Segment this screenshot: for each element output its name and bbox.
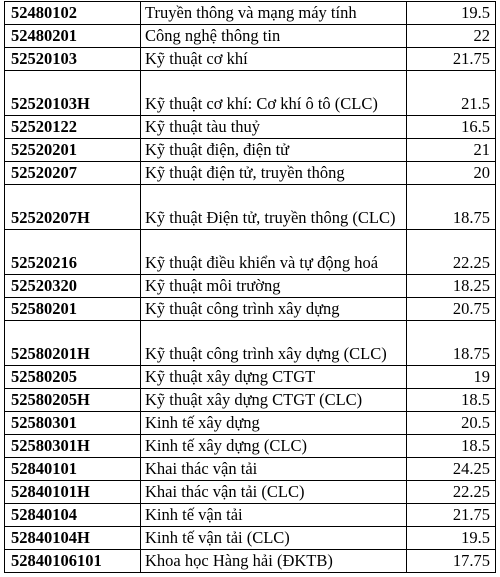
major-name: Kinh tế xây dựng: [140, 411, 407, 435]
major-name: Kinh tế vận tải: [140, 503, 407, 527]
cutoff-score: 18.75: [406, 184, 496, 230]
table-row: 52580205 Kỹ thuật xây dựng CTGT 19: [4, 365, 496, 389]
major-code: 52840106101: [4, 549, 141, 573]
major-name: Kinh tế xây dựng (CLC): [140, 434, 407, 458]
major-name: Kỹ thuật Điện tử, truyền thông (CLC): [140, 184, 407, 230]
major-code: 52520103: [4, 47, 141, 71]
cutoff-score: 24.25: [406, 457, 496, 481]
table-row: 52520122 Kỹ thuật tàu thuỷ 16.5: [4, 115, 496, 139]
table-row: 52520216 Kỹ thuật điều khiển và tự động …: [4, 229, 496, 275]
table-row: 52840104 Kinh tế vận tải 21.75: [4, 503, 496, 527]
major-code: 52580201: [4, 297, 141, 321]
major-name: Kỹ thuật tàu thuỷ: [140, 115, 407, 139]
major-code: 52580201H: [4, 320, 141, 366]
major-code: 52840101H: [4, 480, 141, 504]
major-code: 52580301: [4, 411, 141, 435]
major-name: Khai thác vận tải: [140, 457, 407, 481]
table-row: 52520207 Kỹ thuật điện tử, truyền thông …: [4, 161, 496, 185]
table-row: 52840104H Kinh tế vận tải (CLC) 19.5: [4, 526, 496, 550]
cutoff-score: 21.75: [406, 47, 496, 71]
major-name: Khoa học Hàng hải (ĐKTB): [140, 549, 407, 573]
cutoff-score: 17.75: [406, 549, 496, 573]
table-row: 52840101H Khai thác vận tải (CLC) 22.25: [4, 480, 496, 504]
table-row: 52480201 Công nghệ thông tin 22: [4, 24, 496, 48]
major-code: 52520103H: [4, 70, 141, 116]
major-name: Kỹ thuật cơ khí: Cơ khí ô tô (CLC): [140, 70, 407, 116]
cutoff-score: 18.75: [406, 320, 496, 366]
cutoff-score: 22.25: [406, 229, 496, 275]
major-name: Kỹ thuật môi trường: [140, 274, 407, 298]
major-name: Kỹ thuật điện tử, truyền thông: [140, 161, 407, 185]
table-row: 52580201H Kỹ thuật công trình xây dựng (…: [4, 320, 496, 366]
cutoff-score: 21.75: [406, 503, 496, 527]
major-name: Kỹ thuật cơ khí: [140, 47, 407, 71]
cutoff-score: 21.5: [406, 70, 496, 116]
table-row: 52580301 Kinh tế xây dựng 20.5: [4, 411, 496, 435]
table-row: 52520201 Kỹ thuật điện, điện tử 21: [4, 138, 496, 162]
major-name: Kinh tế vận tải (CLC): [140, 526, 407, 550]
cutoff-score: 20: [406, 161, 496, 185]
major-name: Công nghệ thông tin: [140, 24, 407, 48]
cutoff-score: 21: [406, 138, 496, 162]
major-code: 52840104: [4, 503, 141, 527]
major-code: 52520201: [4, 138, 141, 162]
major-name: Kỹ thuật điều khiển và tự động hoá: [140, 229, 407, 275]
cutoff-score: 16.5: [406, 115, 496, 139]
cutoff-score: 18.5: [406, 434, 496, 458]
major-name: Kỹ thuật điện, điện tử: [140, 138, 407, 162]
major-code: 52520207: [4, 161, 141, 185]
major-name: Kỹ thuật xây dựng CTGT: [140, 365, 407, 389]
major-code: 52580205: [4, 365, 141, 389]
cutoff-score: 19.5: [406, 526, 496, 550]
major-name: Truyền thông và mạng máy tính: [140, 1, 407, 25]
major-code: 52480201: [4, 24, 141, 48]
admission-scores-table: 52480102 Truyền thông và mạng máy tính 1…: [4, 1, 496, 573]
cutoff-score: 22: [406, 24, 496, 48]
cutoff-score: 20.75: [406, 297, 496, 321]
cutoff-score: 19: [406, 365, 496, 389]
table-row: 52480102 Truyền thông và mạng máy tính 1…: [4, 1, 496, 25]
major-code: 52520320: [4, 274, 141, 298]
cutoff-score: 18.25: [406, 274, 496, 298]
major-code: 52520122: [4, 115, 141, 139]
table-row: 52520207H Kỹ thuật Điện tử, truyền thông…: [4, 184, 496, 230]
cutoff-score: 18.5: [406, 388, 496, 412]
major-code: 52480102: [4, 1, 141, 25]
table-row: 52580301H Kinh tế xây dựng (CLC) 18.5: [4, 434, 496, 458]
cutoff-score: 22.25: [406, 480, 496, 504]
major-name: Kỹ thuật xây dựng CTGT (CLC): [140, 388, 407, 412]
table-row: 52520103 Kỹ thuật cơ khí 21.75: [4, 47, 496, 71]
table-row: 52520103H Kỹ thuật cơ khí: Cơ khí ô tô (…: [4, 70, 496, 116]
major-code: 52840104H: [4, 526, 141, 550]
major-code: 52840101: [4, 457, 141, 481]
cutoff-score: 20.5: [406, 411, 496, 435]
table-row: 52580205H Kỹ thuật xây dựng CTGT (CLC) 1…: [4, 388, 496, 412]
major-code: 52520207H: [4, 184, 141, 230]
major-name: Kỹ thuật công trình xây dựng (CLC): [140, 320, 407, 366]
table-row: 52840101 Khai thác vận tải 24.25: [4, 457, 496, 481]
major-name: Khai thác vận tải (CLC): [140, 480, 407, 504]
major-code: 52580301H: [4, 434, 141, 458]
cutoff-score: 19.5: [406, 1, 496, 25]
table-row: 52580201 Kỹ thuật công trình xây dựng 20…: [4, 297, 496, 321]
major-name: Kỹ thuật công trình xây dựng: [140, 297, 407, 321]
table-row: 52520320 Kỹ thuật môi trường 18.25: [4, 274, 496, 298]
major-code: 52580205H: [4, 388, 141, 412]
table-row: 52840106101 Khoa học Hàng hải (ĐKTB) 17.…: [4, 549, 496, 573]
major-code: 52520216: [4, 229, 141, 275]
